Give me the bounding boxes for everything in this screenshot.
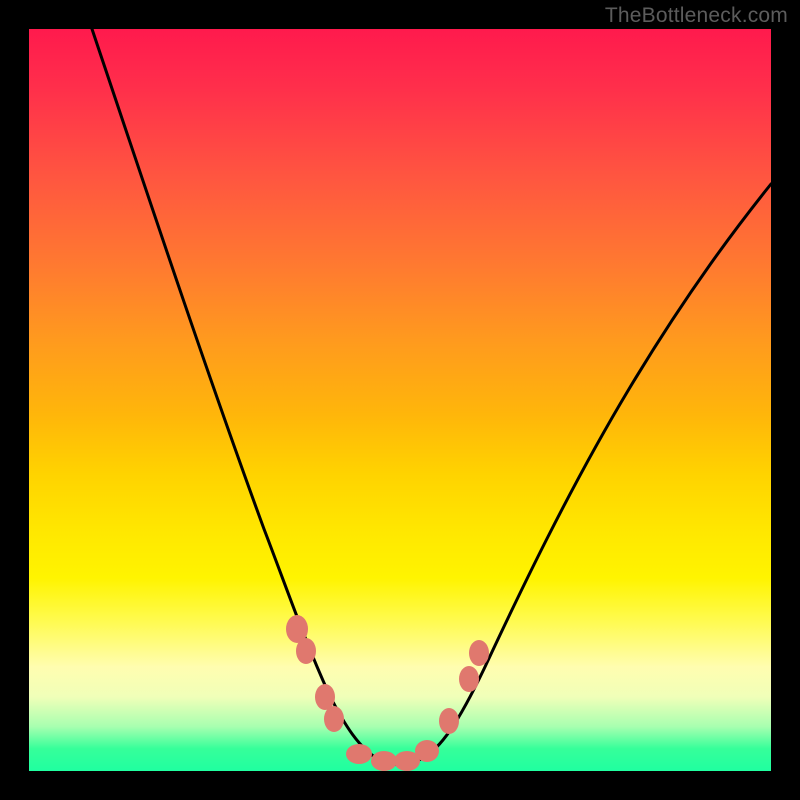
bottleneck-curve [29, 29, 771, 771]
data-point [439, 708, 459, 734]
data-point [415, 740, 439, 762]
data-point [371, 751, 397, 771]
curve-path [92, 29, 771, 765]
chart-frame: TheBottleneck.com [0, 0, 800, 800]
data-point [346, 744, 372, 764]
data-point [324, 706, 344, 732]
watermark-text: TheBottleneck.com [605, 4, 788, 28]
data-point [296, 638, 316, 664]
data-point [469, 640, 489, 666]
data-point [459, 666, 479, 692]
data-point [315, 684, 335, 710]
plot-area [29, 29, 771, 771]
